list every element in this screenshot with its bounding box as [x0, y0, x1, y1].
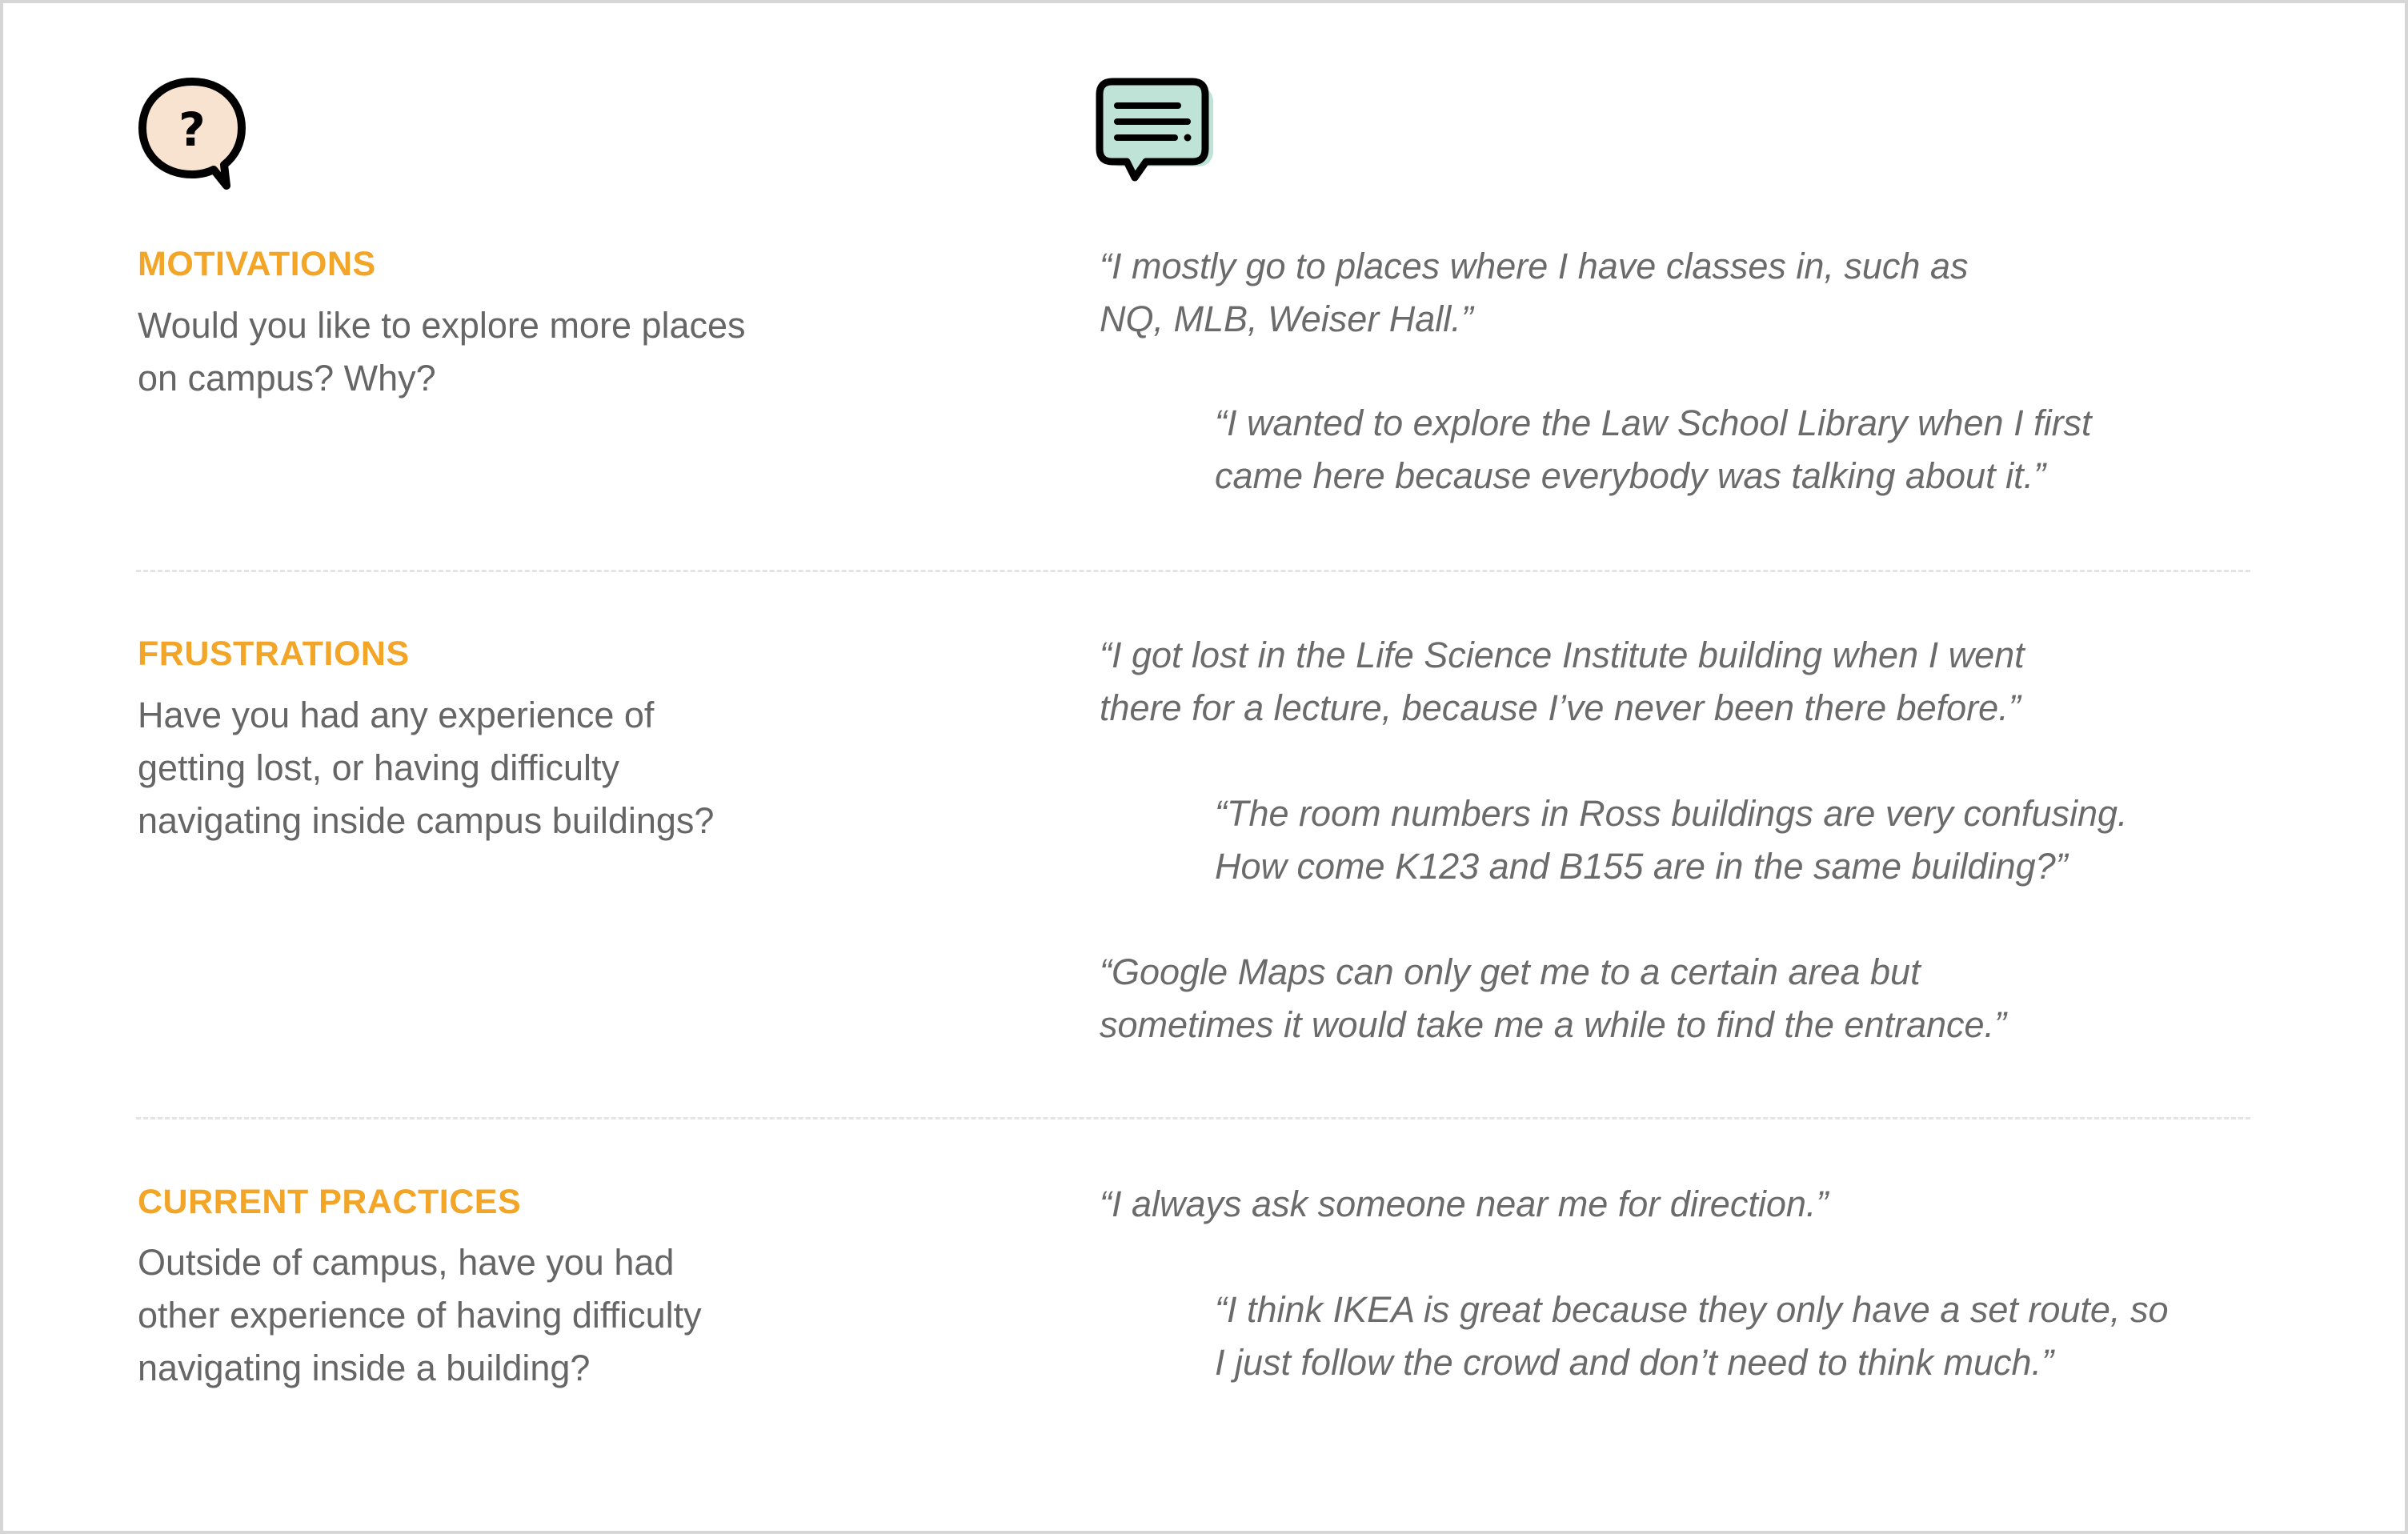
- quote-frustrations-1: “I got lost in the Life Science Institut…: [1100, 635, 2025, 728]
- page-frame: ? MOTIVATIONS Would you like to explore …: [0, 0, 2408, 1534]
- section-title-frustrations: FRUSTRATIONS: [138, 635, 410, 673]
- message-bubble-icon: [1096, 78, 1213, 182]
- section-divider: [136, 570, 2250, 572]
- section-title-motivations: MOTIVATIONS: [138, 245, 376, 283]
- question-current-practices: Outside of campus, have you had other ex…: [138, 1242, 702, 1388]
- section-divider: [136, 1117, 2250, 1119]
- question-frustrations: Have you had any experience of getting l…: [138, 695, 715, 841]
- quote-frustrations-2: “The room numbers in Ross buildings are …: [1215, 793, 2128, 887]
- question-motivations: Would you like to explore more places on…: [138, 305, 746, 399]
- quote-current-practices-1: “I always ask someone near me for direct…: [1100, 1184, 1829, 1224]
- question-mark: ?: [178, 102, 206, 157]
- quote-motivations-1: “I mostly go to places where I have clas…: [1100, 246, 1969, 339]
- quote-motivations-2: “I wanted to explore the Law School Libr…: [1215, 403, 2092, 496]
- section-title-current-practices: CURRENT PRACTICES: [138, 1183, 522, 1221]
- quote-frustrations-3: “Google Maps can only get me to a certai…: [1100, 951, 2007, 1045]
- quote-current-practices-2: “I think IKEA is great because they only…: [1215, 1289, 2169, 1383]
- question-bubble-icon: ?: [138, 78, 246, 190]
